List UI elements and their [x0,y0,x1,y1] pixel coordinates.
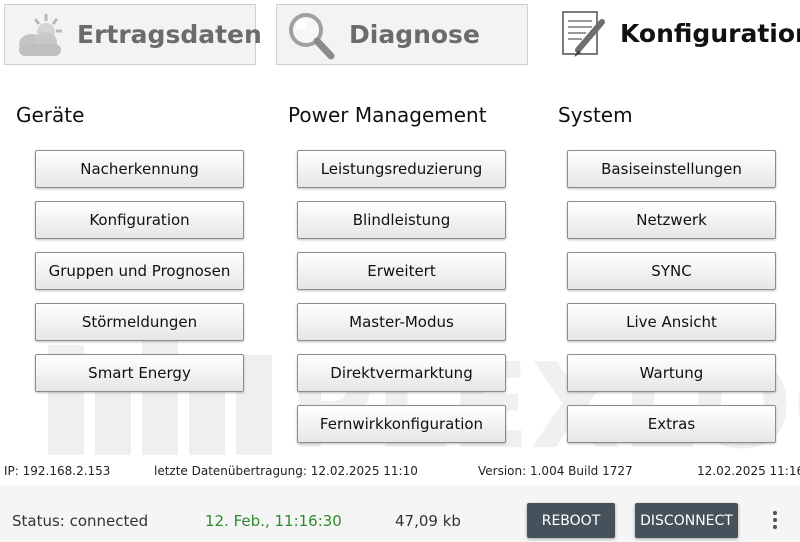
more-options-icon[interactable] [771,510,779,530]
sync-button[interactable]: SYNC [567,252,776,290]
fernwirkkonfiguration-button[interactable]: Fernwirkkonfiguration [297,405,506,443]
weather-icon [19,14,62,56]
magnifier-icon [289,13,335,60]
geraete-konfiguration-button[interactable]: Konfiguration [35,201,244,239]
section-title-power-management: Power Management [288,103,487,127]
status-time: 12. Feb., 11:16:30 [205,512,342,530]
tab-diagnose-label: Diagnose [349,20,480,49]
live-ansicht-button[interactable]: Live Ansicht [567,303,776,341]
master-modus-button[interactable]: Master-Modus [297,303,506,341]
section-title-system: System [558,103,633,127]
stoermeldungen-button[interactable]: Störmeldungen [35,303,244,341]
section-title-geraete: Geräte [16,103,85,127]
erweitert-button[interactable]: Erweitert [297,252,506,290]
blindleistung-button[interactable]: Blindleistung [297,201,506,239]
tab-konfiguration[interactable]: Konfiguration [548,4,800,65]
last-data-transfer: letzte Datenübertragung: 12.02.2025 11:1… [154,464,418,478]
tab-ertragsdaten-label: Ertragsdaten [77,20,262,49]
wartung-button[interactable]: Wartung [567,354,776,392]
basiseinstellungen-button[interactable]: Basiseinstellungen [567,150,776,188]
tab-diagnose[interactable]: Diagnose [276,4,528,65]
direktvermarktung-button[interactable]: Direktvermarktung [297,354,506,392]
nacherkennung-button[interactable]: Nacherkennung [35,150,244,188]
reboot-button[interactable]: REBOOT [527,503,615,538]
gruppen-prognosen-button[interactable]: Gruppen und Prognosen [35,252,244,290]
netzwerk-button[interactable]: Netzwerk [567,201,776,239]
tab-ertragsdaten[interactable]: Ertragsdaten [4,4,262,65]
document-pen-icon [562,11,605,57]
disconnect-button[interactable]: DISCONNECT [635,503,738,538]
transfer-size: 47,09 kb [395,512,461,530]
version-info: Version: 1.004 Build 1727 [478,464,633,478]
smart-energy-button[interactable]: Smart Energy [35,354,244,392]
ip-address: IP: 192.168.2.153 [4,464,111,478]
connection-status: Status: connected [12,512,149,530]
leistungsreduzierung-button[interactable]: Leistungsreduzierung [297,150,506,188]
extras-button[interactable]: Extras [567,405,776,443]
current-date: 12.02.2025 11:16 [697,464,800,478]
tab-konfiguration-label: Konfiguration [620,19,800,48]
